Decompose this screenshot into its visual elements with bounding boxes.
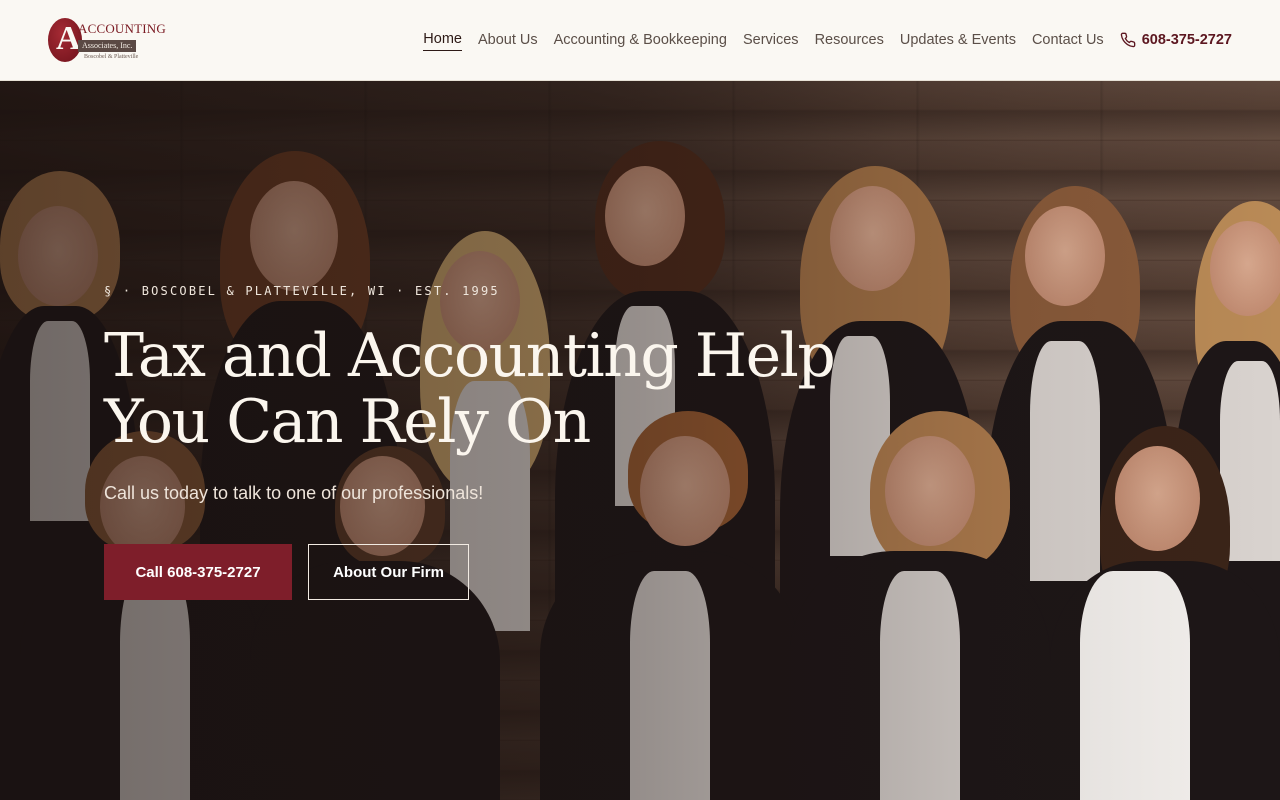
logo-letter: A (56, 20, 81, 57)
nav-services[interactable]: Services (743, 30, 799, 50)
headline-line-2: You Can Rely On (104, 387, 591, 457)
site-header: A ACCOUNTING Associates, Inc. Boscobel &… (0, 0, 1280, 81)
logo-wordmark: ACCOUNTING (78, 21, 166, 36)
logo-subtitle: Associates, Inc. (78, 40, 137, 52)
logo-mark: A (48, 18, 82, 62)
hero-subtext: Call us today to talk to one of our prof… (104, 483, 484, 503)
phone-icon (1120, 32, 1136, 48)
call-cta-button[interactable]: Call 608-375-2727 (104, 544, 292, 600)
nav-contact-us[interactable]: Contact Us (1032, 30, 1104, 50)
nav-home[interactable]: Home (423, 29, 462, 51)
nav-resources[interactable]: Resources (815, 30, 884, 50)
logo-locations: Boscobel & Platteville (84, 54, 139, 60)
hero-headline: Tax and Accounting Help You Can Rely On (104, 323, 864, 455)
headline-line-1: Tax and Accounting Help (104, 321, 836, 391)
header-phone-number: 608-375-2727 (1141, 32, 1232, 48)
main-nav: Home About Us Accounting & Bookkeeping S… (407, 29, 1232, 51)
header-phone-link[interactable]: 608-375-2727 (1120, 30, 1232, 50)
hero-eyebrow: § · BOSCOBEL & PLATTEVILLE, WI · EST. 19… (104, 284, 500, 298)
nav-updates-events[interactable]: Updates & Events (900, 30, 1016, 50)
nav-about-us[interactable]: About Us (478, 30, 538, 50)
about-firm-button[interactable]: About Our Firm (308, 544, 469, 600)
hero-section: § · BOSCOBEL & PLATTEVILLE, WI · EST. 19… (0, 81, 1280, 800)
nav-accounting-bookkeeping[interactable]: Accounting & Bookkeeping (554, 30, 727, 50)
logo-text: ACCOUNTING Associates, Inc. Boscobel & P… (78, 22, 166, 61)
logo[interactable]: A ACCOUNTING Associates, Inc. Boscobel &… (48, 16, 166, 64)
